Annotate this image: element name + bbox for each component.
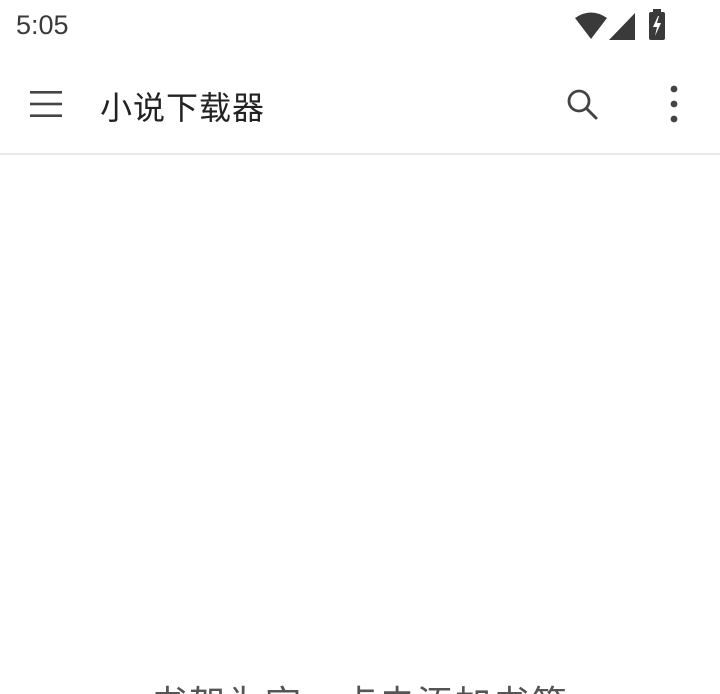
status-time: 5:05	[16, 10, 69, 40]
status-icons	[574, 9, 674, 43]
app-title: 小说下载器	[100, 89, 266, 127]
battery-charging-icon	[649, 9, 665, 40]
empty-bookshelf-hint[interactable]: 书架为空，点击添加书签	[0, 675, 720, 694]
menu-icon[interactable]	[28, 86, 64, 122]
bookshelf-area[interactable]: 书架为空，点击添加书签	[0, 155, 720, 694]
app-bar: 小说下载器	[0, 54, 720, 155]
search-icon[interactable]	[565, 87, 599, 121]
cellular-signal-icon	[609, 13, 635, 40]
wifi-icon	[575, 12, 607, 39]
more-vert-icon[interactable]	[660, 84, 688, 124]
screen: 5:05 小说下载器	[0, 0, 720, 694]
status-bar: 5:05	[0, 0, 720, 54]
